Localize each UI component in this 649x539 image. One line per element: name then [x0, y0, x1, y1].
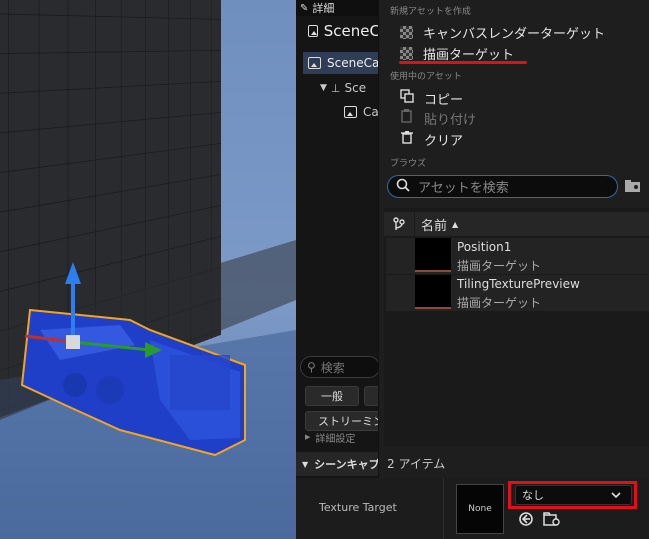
details-search-placeholder: 検索: [320, 360, 345, 375]
collapse-arrow-icon: ▶: [305, 433, 311, 441]
paste-label: 貼り付け: [424, 112, 477, 128]
search-icon: [396, 178, 410, 196]
asset-type: 描画ターゲット: [457, 296, 542, 310]
section-capture-label: シーンキャプ: [314, 458, 380, 471]
asset-name: Position1: [457, 240, 512, 254]
asset-search-placeholder: アセットを検索: [418, 181, 509, 196]
asset-search-input[interactable]: アセットを検索: [387, 175, 618, 198]
create-canvas-render-target[interactable]: キャンバスレンダーターゲット: [400, 22, 605, 42]
component-title: SceneC: [323, 22, 380, 40]
scene-capture-icon: [308, 25, 318, 37]
texture-target-thumbnail[interactable]: None: [456, 484, 504, 534]
component-tree-grandchild[interactable]: Ca: [344, 101, 380, 123]
source-control-icon[interactable]: [384, 217, 414, 231]
level-viewport[interactable]: [0, 0, 296, 539]
trash-icon: [400, 130, 414, 148]
texture-target-label: Texture Target: [319, 501, 397, 514]
create-canvas-render-target-label: キャンバスレンダーターゲット: [423, 26, 606, 42]
collapse-arrow-icon: ▼: [302, 459, 309, 469]
asset-count-label: 2 アイテム: [387, 457, 446, 471]
paste-icon: [400, 109, 414, 127]
details-icon: ✎: [300, 2, 309, 14]
render-target-icon: [400, 46, 413, 60]
component-tree-selected[interactable]: SceneCa: [303, 52, 380, 74]
section-rendering-header[interactable]: ▶ 詳細設定: [305, 430, 380, 444]
copy-menu-item[interactable]: コピー: [400, 88, 463, 108]
section-browse: ブラウズ: [390, 159, 427, 169]
section-current-asset: 使用中のアセット: [390, 72, 462, 82]
viewport-scene: [0, 240, 296, 539]
render-target-icon: [400, 25, 413, 39]
sort-ascending-icon: ▲: [452, 219, 459, 229]
column-name-header[interactable]: 名前: [421, 215, 447, 234]
paste-menu-item[interactable]: 貼り付け: [400, 108, 476, 128]
component-tree-grandchild-label: Ca: [363, 105, 379, 119]
property-divider: [443, 478, 444, 539]
asset-type: 描画ターゲット: [457, 259, 542, 273]
highlight-dropdown-annotation: [508, 481, 637, 509]
use-selected-asset-icon[interactable]: [518, 511, 534, 530]
asset-thumbnail: [415, 238, 451, 272]
highlight-underline-annotation: [399, 61, 527, 64]
component-tree-child[interactable]: ▼ ⊥ Sce: [320, 77, 380, 99]
browse-asset-icon[interactable]: [543, 511, 561, 530]
transform-icon: ⊥: [330, 81, 341, 95]
camera-component-icon: [344, 106, 357, 118]
collapse-arrow-icon: ▼: [320, 83, 327, 93]
header-divider: [414, 212, 415, 236]
filter-streaming-label: ストリーミン: [318, 415, 380, 428]
asset-name: TilingTexturePreview: [457, 277, 580, 291]
copy-icon: [400, 89, 414, 107]
details-search-input[interactable]: ⚲ 検索: [300, 356, 380, 378]
component-header: SceneC: [308, 20, 380, 42]
create-render-target-label: 描画ターゲット: [423, 47, 515, 63]
asset-list-header: 名前 ▲: [384, 212, 649, 236]
view-options-folder-icon[interactable]: [624, 178, 642, 194]
scene-capture-icon: [308, 57, 321, 69]
section-rendering-label: 詳細設定: [315, 433, 356, 445]
details-tab-label: 詳細: [312, 2, 335, 15]
section-create-new: 新規アセットを作成: [390, 7, 471, 17]
create-render-target[interactable]: 描画ターゲット: [400, 43, 514, 63]
filter-streaming-button[interactable]: ストリーミン: [305, 411, 380, 431]
details-tab[interactable]: ✎ 詳細: [296, 0, 388, 16]
clear-menu-item[interactable]: クリア: [400, 129, 463, 149]
copy-label: コピー: [424, 92, 464, 108]
clear-label: クリア: [424, 133, 464, 149]
filter-general-button[interactable]: 一般: [305, 386, 359, 406]
asset-thumbnail: [415, 275, 451, 309]
filter-general-label: 一般: [321, 390, 343, 403]
component-tree-child-label: Sce: [344, 81, 367, 95]
search-icon: ⚲: [307, 360, 316, 374]
section-capture-header[interactable]: ▼ シーンキャプ: [296, 452, 380, 476]
component-tree-selected-label: SceneCa: [327, 56, 380, 70]
thumbnail-none-label: None: [468, 504, 492, 514]
